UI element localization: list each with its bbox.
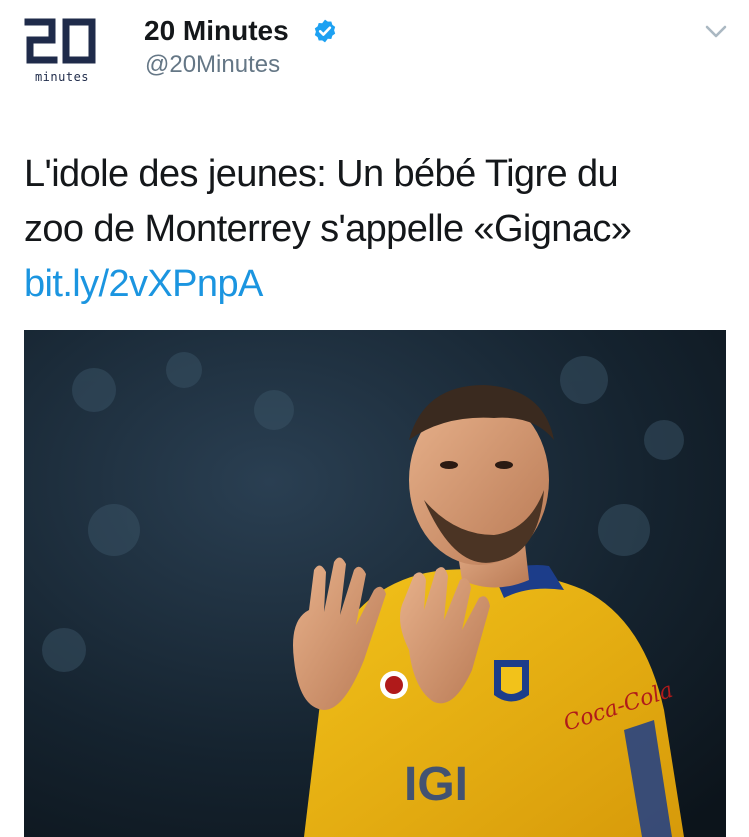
logo-word: minutes: [34, 70, 90, 84]
account-name[interactable]: 20 Minutes: [144, 14, 289, 48]
logo-numerals-graphic: [24, 18, 96, 64]
account-handle[interactable]: @20Minutes: [145, 50, 280, 80]
verified-badge-icon: [314, 19, 336, 43]
tweet-photo[interactable]: Coca-Cola IGI: [24, 330, 726, 837]
chevron-down-icon[interactable]: [704, 22, 728, 42]
tweet-link[interactable]: bit.ly/2vXPnpA: [24, 257, 724, 312]
jersey-text: IGI: [404, 758, 468, 811]
photo-illustration: Coca-Cola IGI: [24, 330, 726, 837]
account-logo[interactable]: minutes: [22, 14, 122, 94]
tweet-text-line-1: L'idole des jeunes: Un bébé Tigre du: [24, 153, 619, 195]
tweet-text-line-2: zoo de Monterrey s'appelle «Gignac»: [24, 208, 632, 250]
tweet-text: L'idole des jeunes: Un bébé Tigre du zoo…: [24, 147, 724, 312]
